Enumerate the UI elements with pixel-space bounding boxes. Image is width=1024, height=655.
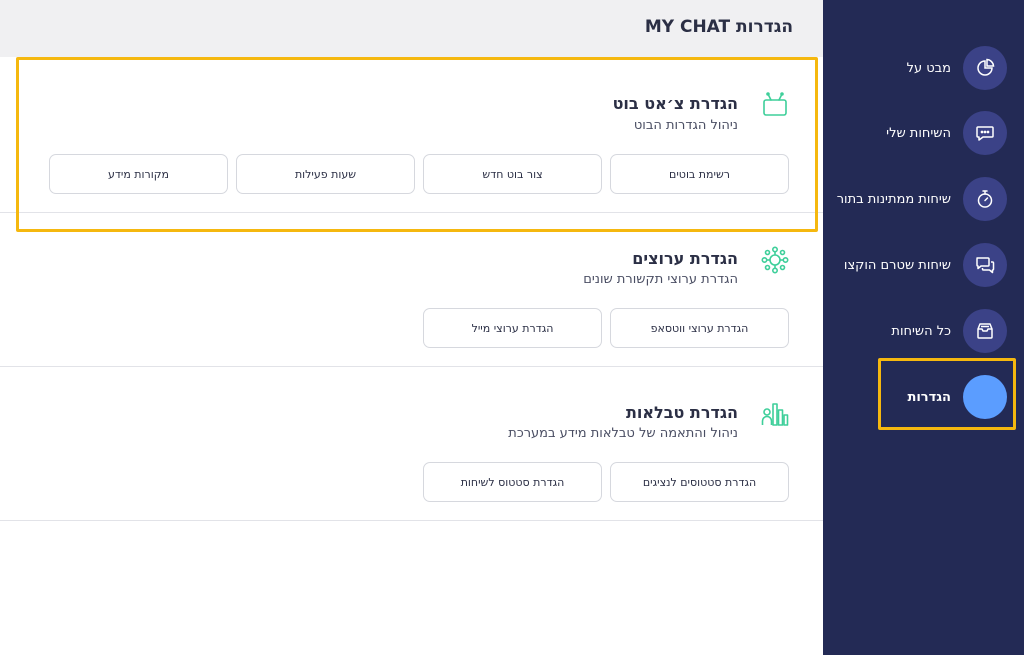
page-title: הגדרות MY CHAT: [644, 17, 793, 37]
sidebar-item-label: שיחות שטרם הוקצו: [843, 257, 951, 273]
sidebar-item-all-chats[interactable]: כל השיחות: [823, 306, 1024, 356]
sidebar-item-unassigned[interactable]: שיחות שטרם הוקצו: [823, 240, 1024, 290]
pie-chart-icon: [963, 46, 1007, 90]
section-title: הגדרת טבלאות: [625, 403, 738, 422]
section-title: הגדרת ערוצים: [632, 249, 738, 268]
activity-hours-button[interactable]: שעות פעילות: [236, 154, 415, 194]
tv-bot-icon: [761, 91, 789, 119]
sidebar-item-label: הגדרות: [907, 389, 951, 405]
sidebar-item-settings[interactable]: הגדרות: [823, 372, 1024, 422]
sidebar-item-label: השיחות שלי: [886, 125, 951, 141]
create-bot-button[interactable]: צור בוט חדש: [423, 154, 602, 194]
inbox-icon: [963, 309, 1007, 353]
bot-list-button[interactable]: רשימת בוטים: [610, 154, 789, 194]
chat-status-button[interactable]: הגדרת סטטוס לשיחות: [423, 462, 602, 502]
mail-channels-button[interactable]: הגדרת ערוצי מייל: [423, 308, 602, 348]
chats-icon: [963, 243, 1007, 287]
sidebar: מבט על השיחות שלי שיחות ממתינות בתור שיח…: [823, 0, 1024, 655]
agent-statuses-button[interactable]: הגדרת סטטוסים לנציגים: [610, 462, 789, 502]
section-title: הגדרת צ׳אט בוט: [612, 94, 738, 113]
section-channels: הגדרת ערוצים הגדרת ערוצי תקשורת שונים הג…: [0, 213, 823, 367]
sidebar-item-label: כל השיחות: [891, 323, 951, 339]
chat-bubble-icon: [963, 111, 1007, 155]
section-subtitle: הגדרת ערוצי תקשורת שונים: [583, 272, 738, 287]
section-subtitle: ניהול הגדרות הבוט: [633, 118, 738, 133]
sidebar-item-label: מבט על: [906, 60, 951, 76]
main-content: הגדרות MY CHAT הגדרת צ׳אט בוט ניהול הגדר…: [0, 0, 823, 655]
knowledge-sources-button[interactable]: מקורות מידע: [49, 154, 228, 194]
stopwatch-icon: [963, 177, 1007, 221]
settings-icon: [963, 375, 1007, 419]
sidebar-item-my-chats[interactable]: השיחות שלי: [823, 108, 1024, 158]
section-subtitle: ניהול והתאמה של טבלאות מידע במערכת: [508, 426, 738, 441]
sidebar-item-label: שיחות ממתינות בתור: [836, 191, 951, 207]
section-chatbot: הגדרת צ׳אט בוט ניהול הגדרות הבוט רשימת ב…: [0, 57, 823, 213]
top-bar: הגדרות MY CHAT: [0, 0, 823, 57]
network-hub-icon: [761, 246, 789, 274]
section-tables: הגדרת טבלאות ניהול והתאמה של טבלאות מידע…: [0, 367, 823, 521]
whatsapp-channels-button[interactable]: הגדרת ערוצי ווטסאפ: [610, 308, 789, 348]
user-chart-icon: [761, 400, 789, 428]
sidebar-item-queue[interactable]: שיחות ממתינות בתור: [823, 174, 1024, 224]
sidebar-item-overview[interactable]: מבט על: [823, 43, 1024, 93]
